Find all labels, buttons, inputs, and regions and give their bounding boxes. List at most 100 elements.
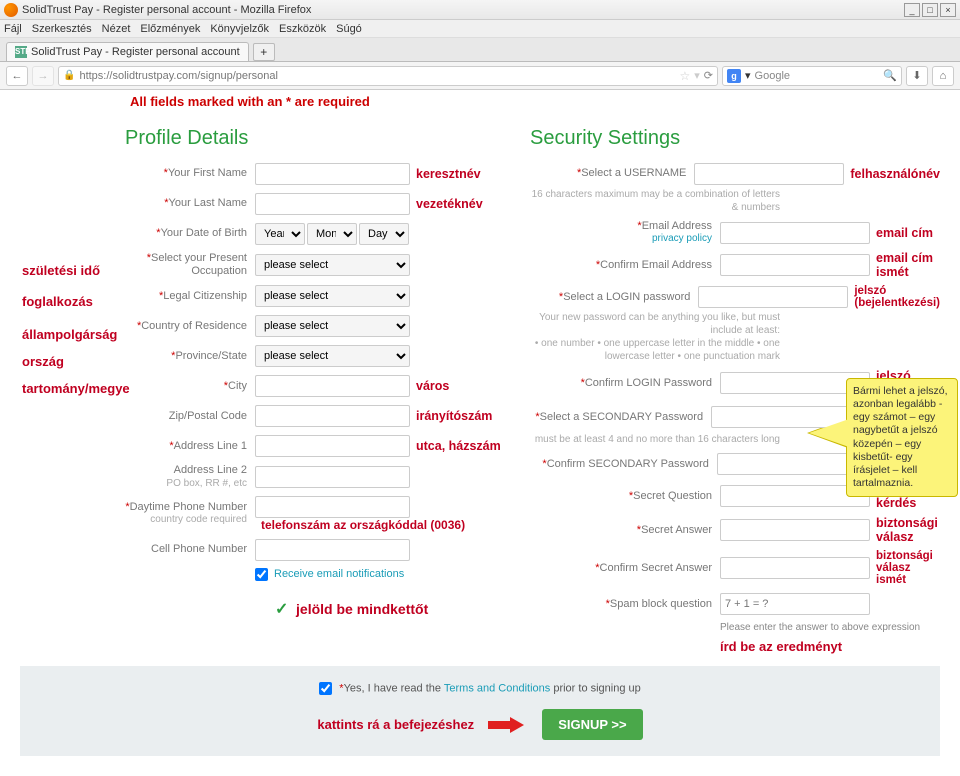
google-icon: g [727, 69, 741, 83]
email-notify-checkbox[interactable] [255, 568, 268, 581]
menu-help[interactable]: Súgó [336, 23, 362, 35]
spass2-input[interactable] [717, 453, 867, 475]
arrow-icon [488, 717, 528, 733]
lbl-dob: Your Date of Birth [161, 227, 247, 239]
addr2-input[interactable] [255, 466, 410, 488]
lbl-country: Country of Residence [141, 320, 247, 332]
addr1-input[interactable] [255, 435, 410, 457]
lbl-sa: Secret Answer [641, 524, 712, 536]
section-security: Security Settings [530, 127, 940, 150]
spam-help: Please enter the answer to above express… [720, 622, 940, 633]
menubar: Fájl Szerkesztés Nézet Előzmények Könyvj… [0, 20, 960, 38]
ann-province: tartomány/megye [22, 382, 130, 395]
spass-help: must be at least 4 and no more than 16 c… [530, 433, 780, 446]
terms-row: *Yes, I have read the Terms and Conditio… [40, 682, 920, 695]
lbl-email: Email Address [642, 220, 712, 232]
dob-day-select[interactable]: Day [359, 223, 409, 245]
ann-pass: jelszó (bejelentkezési) [854, 285, 940, 309]
lbl-province: Province/State [175, 350, 247, 362]
forward-button[interactable]: → [32, 66, 54, 86]
browser-tab[interactable]: STP SolidTrust Pay - Register personal a… [6, 42, 249, 61]
lbl-phone1: Daytime Phone Number [130, 501, 247, 513]
lbl-city: City [228, 380, 247, 392]
downloads-button[interactable]: ⬇ [906, 66, 928, 86]
spam-input[interactable] [720, 593, 870, 615]
terms-pre: Yes, I have read the [344, 683, 444, 695]
lbl-zip: Zip/Postal Code [169, 410, 247, 422]
email-notify-label: Receive email notifications [274, 568, 404, 580]
terms-post: prior to signing up [550, 683, 641, 695]
new-tab-button[interactable]: + [253, 43, 275, 61]
signup-button[interactable]: SIGNUP >> [542, 709, 642, 740]
citizen-select[interactable]: please select [255, 285, 410, 307]
lbl-sq: Secret Question [633, 490, 712, 502]
lbl-phone1-sub: country code required [125, 514, 247, 526]
lbl-spass: Select a SECONDARY Password [540, 411, 703, 423]
email-input[interactable] [720, 222, 870, 244]
username-input[interactable] [694, 163, 844, 185]
province-select[interactable]: please select [255, 345, 410, 367]
zip-input[interactable] [255, 405, 410, 427]
last-name-input[interactable] [255, 193, 410, 215]
sa2-input[interactable] [720, 557, 870, 579]
ann-phone1: telefonszám az országkóddal (0036) [261, 518, 465, 532]
maximize-button[interactable]: □ [922, 3, 938, 17]
sa-input[interactable] [720, 519, 870, 541]
ann-last-name: vezetéknév [416, 197, 483, 211]
lbl-sa2: Confirm Secret Answer [600, 562, 712, 574]
ann-spam: írd be az eredményt [720, 639, 940, 654]
lbl-email-sub[interactable]: privacy policy [530, 233, 712, 245]
search-icon[interactable]: 🔍 [883, 69, 897, 82]
minimize-button[interactable]: _ [904, 3, 920, 17]
terms-checkbox[interactable] [319, 682, 332, 695]
lbl-pass2: Confirm LOGIN Password [585, 377, 712, 389]
dob-year-select[interactable]: Year [255, 223, 305, 245]
menu-edit[interactable]: Szerkesztés [32, 23, 92, 35]
tab-title: SolidTrust Pay - Register personal accou… [31, 46, 240, 58]
back-button[interactable]: ← [6, 66, 28, 86]
ann-zip: irányítószám [416, 409, 492, 423]
menu-bookmarks[interactable]: Könyvjelzők [210, 23, 269, 35]
lbl-spam: Spam block question [610, 598, 712, 610]
country-select[interactable]: please select [255, 315, 410, 337]
home-button[interactable]: ⌂ [932, 66, 954, 86]
lbl-addr1: Address Line 1 [174, 440, 247, 452]
menu-history[interactable]: Előzmények [140, 23, 200, 35]
bookmark-star-icon[interactable]: ☆ [679, 69, 690, 83]
window-title: SolidTrust Pay - Register personal accou… [22, 4, 311, 16]
lock-icon: 🔒 [63, 70, 75, 81]
url-bar[interactable]: 🔒 https://solidtrustpay.com/signup/perso… [58, 66, 718, 86]
lbl-addr2-sub: PO box, RR #, etc [125, 478, 247, 490]
ann-sa2: biztonsági válasz ismét [876, 550, 940, 586]
dob-month-select[interactable]: Month [307, 223, 357, 245]
city-input[interactable] [255, 375, 410, 397]
close-button[interactable]: × [940, 3, 956, 17]
first-name-input[interactable] [255, 163, 410, 185]
username-help: 16 characters maximum may be a combinati… [530, 188, 780, 214]
phone1-input[interactable] [255, 496, 410, 518]
email2-input[interactable] [720, 254, 870, 276]
lbl-phone2: Cell Phone Number [151, 543, 247, 555]
menu-tools[interactable]: Eszközök [279, 23, 326, 35]
menu-view[interactable]: Nézet [102, 23, 131, 35]
occupation-select[interactable]: please select [255, 254, 410, 276]
menu-file[interactable]: Fájl [4, 23, 22, 35]
lbl-citizen: Legal Citizenship [163, 290, 247, 302]
ann-username: felhasználónév [850, 167, 940, 181]
ann-check-both: jelöld be mindkettőt [296, 601, 428, 617]
phone2-input[interactable] [255, 539, 410, 561]
left-annotations: születési idő foglalkozás állampolgárság… [22, 264, 130, 395]
section-profile: Profile Details [125, 127, 520, 150]
pass-input[interactable] [698, 286, 848, 308]
window-titlebar: SolidTrust Pay - Register personal accou… [0, 0, 960, 20]
check-icon: ✓ [275, 601, 288, 618]
ann-email: email cím [876, 226, 933, 240]
ann-first-name: keresztnév [416, 167, 481, 181]
reload-icon[interactable]: ⟳ [704, 69, 713, 82]
firefox-icon [4, 3, 18, 17]
search-box[interactable]: g ▾ Google 🔍 [722, 66, 902, 86]
search-placeholder: Google [755, 70, 790, 82]
lbl-email2: Confirm Email Address [600, 259, 712, 271]
ann-signup: kattints rá a befejezéshez [317, 717, 474, 732]
terms-link[interactable]: Terms and Conditions [444, 683, 550, 695]
